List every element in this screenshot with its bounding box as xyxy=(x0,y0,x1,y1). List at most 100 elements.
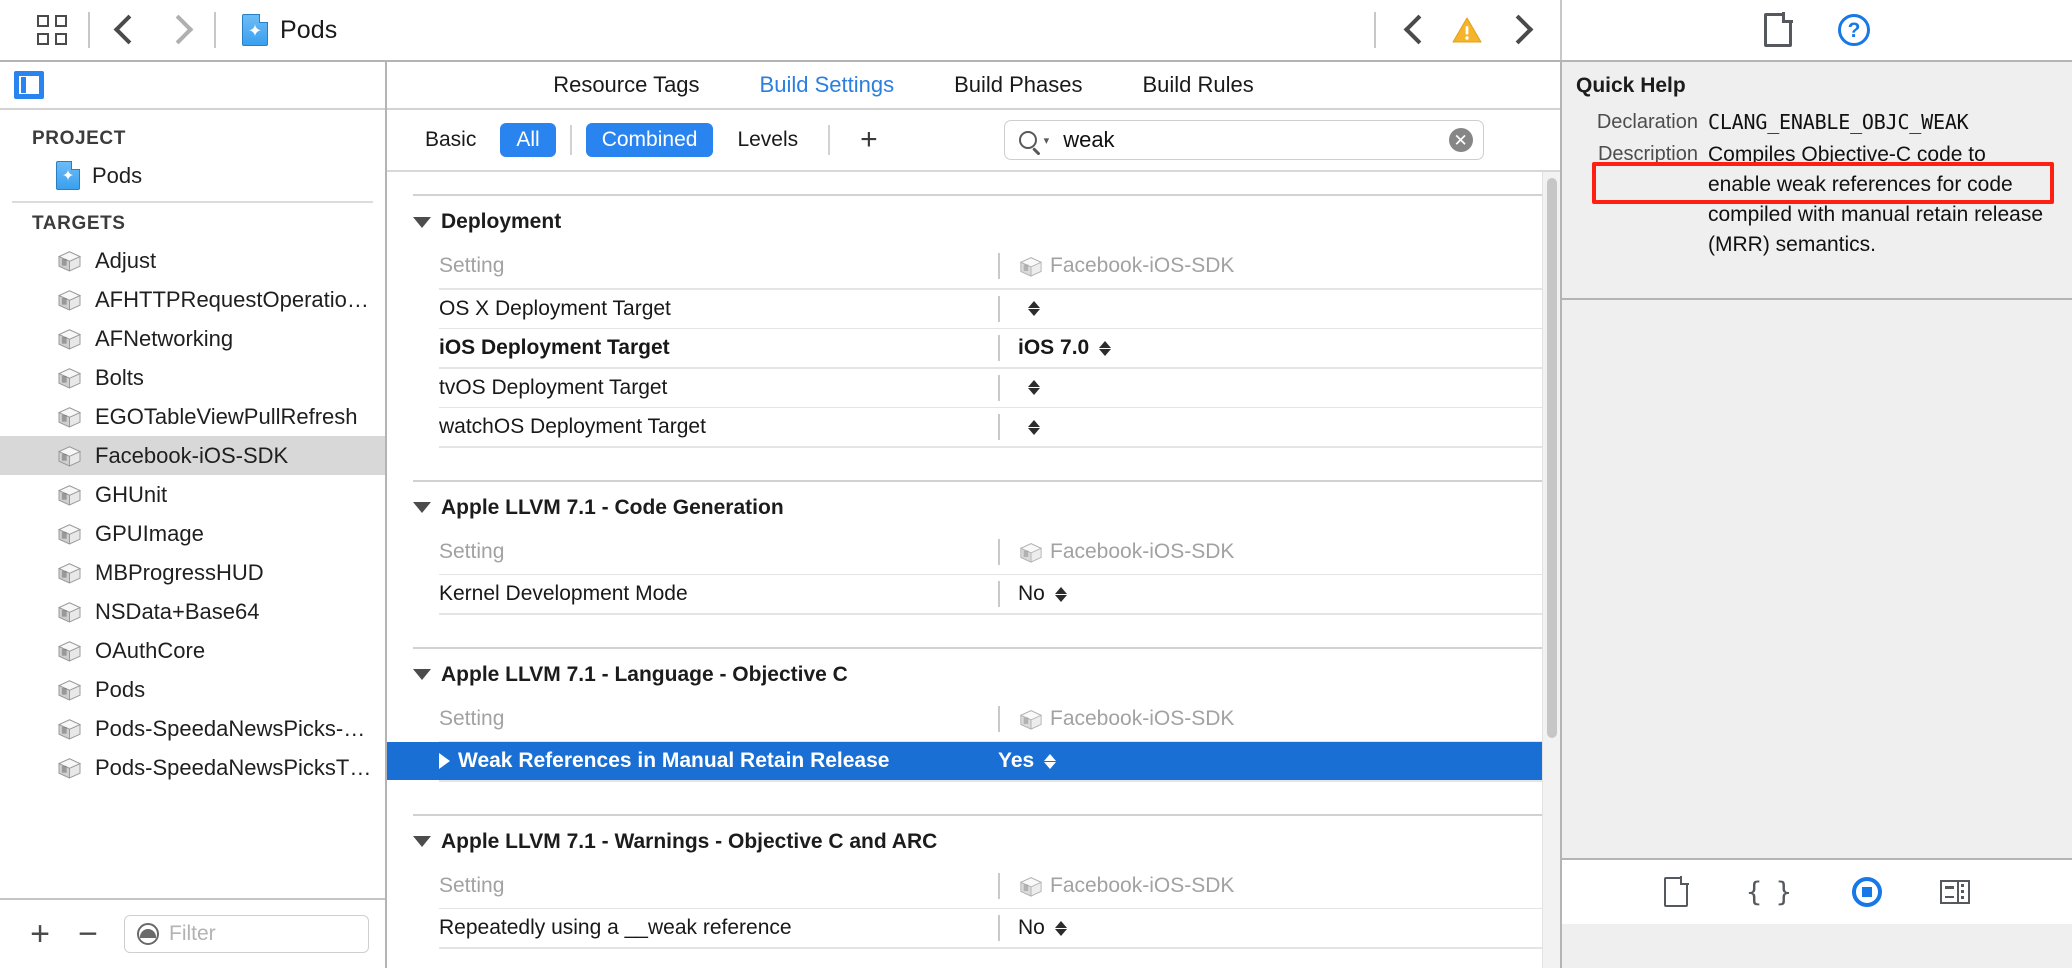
code-snippet-library-button[interactable]: { } xyxy=(1746,879,1795,906)
remove-target-button[interactable]: − xyxy=(64,911,112,957)
target-box-icon xyxy=(56,677,83,702)
media-library-button[interactable] xyxy=(1940,880,1970,904)
target-box-icon xyxy=(56,716,83,741)
value-stepper[interactable] xyxy=(1055,587,1067,602)
sidebar-item-target[interactable]: Adjust xyxy=(0,241,385,280)
navigate-back-button[interactable] xyxy=(100,7,152,53)
table-row[interactable]: watchOS Deployment Target xyxy=(413,408,1546,446)
sidebar-item-target[interactable]: NSData+Base64 xyxy=(0,592,385,631)
sidebar-item-label: Pods-SpeedaNewsPicksT… xyxy=(95,755,371,781)
clear-search-button[interactable]: ✕ xyxy=(1449,128,1473,152)
column-divider xyxy=(998,873,1000,899)
sidebar-item-target[interactable]: MBProgressHUD xyxy=(0,553,385,592)
sidebar-item-target[interactable]: GHUnit xyxy=(0,475,385,514)
triangle-down-icon[interactable] xyxy=(413,836,431,847)
add-target-button[interactable]: + xyxy=(16,911,64,957)
section-header[interactable]: Apple LLVM 7.1 - Code Generation xyxy=(387,482,1560,530)
section-header[interactable]: Apple LLVM 7.1 - Warnings - Objective C … xyxy=(387,816,1560,864)
sidebar-item-target[interactable]: Pods-SpeedaNewsPicksT… xyxy=(0,748,385,787)
chevron-down-icon[interactable]: ▾ xyxy=(1044,134,1050,147)
table-row[interactable]: Weak References in Manual Retain Release… xyxy=(387,742,1560,780)
file-template-icon xyxy=(1664,877,1688,907)
next-issue-button[interactable] xyxy=(1492,7,1544,53)
editor-vertical-scrollbar[interactable] xyxy=(1542,172,1560,968)
triangle-down-icon[interactable] xyxy=(413,669,431,680)
column-header-setting-label: Setting xyxy=(439,707,504,731)
breadcrumb[interactable]: ✦ Pods xyxy=(226,14,337,46)
chevron-right-icon xyxy=(167,12,189,48)
setting-value-cell[interactable] xyxy=(998,296,1546,322)
setting-name-cell: tvOS Deployment Target xyxy=(413,376,998,400)
value-stepper[interactable] xyxy=(1028,380,1040,395)
previous-issue-button[interactable] xyxy=(1390,7,1442,53)
object-library-button[interactable] xyxy=(1852,877,1882,907)
triangle-right-icon[interactable] xyxy=(439,753,450,769)
setting-value-cell[interactable] xyxy=(998,375,1546,401)
tab-levels[interactable]: Levels xyxy=(721,123,814,157)
sidebar-item-target[interactable]: Bolts xyxy=(0,358,385,397)
table-row[interactable]: iOS Deployment TargetiOS 7.0 xyxy=(413,329,1546,367)
table-row[interactable]: Kernel Development ModeNo xyxy=(413,575,1546,613)
sidebar-item-label: Pods-SpeedaNewsPicks-… xyxy=(95,716,365,742)
row-rule xyxy=(439,947,1546,949)
sidebar-item-label: EGOTableViewPullRefresh xyxy=(95,404,358,430)
top-toolbar: ✦ Pods xyxy=(0,0,2072,62)
file-template-library-button[interactable] xyxy=(1664,877,1688,907)
tab-resource-tags[interactable]: Resource Tags xyxy=(551,68,701,102)
tab-build-rules[interactable]: Build Rules xyxy=(1141,68,1256,102)
value-stepper[interactable] xyxy=(1028,420,1040,435)
grid-view-button[interactable] xyxy=(26,7,78,53)
section-header[interactable]: Deployment xyxy=(387,196,1560,244)
add-user-defined-setting-button[interactable]: + xyxy=(844,125,894,155)
sidebar-item-target[interactable]: AFHTTPRequestOperatio… xyxy=(0,280,385,319)
tab-combined[interactable]: Combined xyxy=(586,123,714,157)
triangle-down-icon[interactable] xyxy=(413,217,431,228)
sidebar-item-target[interactable]: OAuthCore xyxy=(0,631,385,670)
sidebar-item-label: Pods xyxy=(95,677,145,703)
target-box-icon xyxy=(1018,874,1044,898)
table-row[interactable]: Repeatedly using a __weak referenceNo xyxy=(413,909,1546,947)
column-header-setting: Setting xyxy=(413,874,998,898)
setting-value-cell[interactable]: No xyxy=(998,581,1546,607)
value-stepper[interactable] xyxy=(1044,754,1056,769)
setting-value-cell[interactable]: No xyxy=(998,915,1546,941)
triangle-down-icon[interactable] xyxy=(413,502,431,513)
build-settings-table[interactable]: DeploymentSettingFacebook-iOS-SDKOS X De… xyxy=(387,172,1560,968)
sidebar-item-target[interactable]: Pods-SpeedaNewsPicks-… xyxy=(0,709,385,748)
setting-value-cell[interactable]: Yes xyxy=(998,749,1546,773)
inspector-toolbar: ? xyxy=(1560,0,2072,60)
sidebar-divider xyxy=(12,201,373,203)
target-box-icon xyxy=(56,248,83,273)
left-panel-toggle-icon[interactable] xyxy=(14,71,44,99)
search-input[interactable]: ▾ weak ✕ xyxy=(1004,120,1484,160)
table-row[interactable]: tvOS Deployment Target xyxy=(413,369,1546,407)
targets-section-header: TARGETS xyxy=(0,207,385,241)
warning-triangle-icon[interactable] xyxy=(1452,17,1482,44)
quick-help-title: Quick Help xyxy=(1562,62,2072,108)
tab-basic[interactable]: Basic xyxy=(409,123,492,157)
column-header-target: Facebook-iOS-SDK xyxy=(998,253,1546,279)
code-snippet-icon: { } xyxy=(1746,879,1795,906)
value-stepper[interactable] xyxy=(1028,301,1040,316)
navigate-forward-button[interactable] xyxy=(152,7,204,53)
section-header[interactable]: Apple LLVM 7.1 - Language - Objective C xyxy=(387,649,1560,697)
filter-input[interactable]: Filter xyxy=(124,915,369,953)
tab-build-settings[interactable]: Build Settings xyxy=(758,68,897,102)
sidebar-item-target[interactable]: GPUImage xyxy=(0,514,385,553)
table-row[interactable]: OS X Deployment Target xyxy=(413,290,1546,328)
sidebar-item-target[interactable]: EGOTableViewPullRefresh xyxy=(0,397,385,436)
sidebar-item-target[interactable]: Facebook-iOS-SDK xyxy=(0,436,385,475)
sidebar-item-target[interactable]: Pods xyxy=(0,670,385,709)
table-column-header: SettingFacebook-iOS-SDK xyxy=(413,244,1546,288)
setting-value-cell[interactable]: iOS 7.0 xyxy=(998,335,1546,361)
sidebar-item-target[interactable]: AFNetworking xyxy=(0,319,385,358)
tab-build-phases[interactable]: Build Phases xyxy=(952,68,1084,102)
scrollbar-thumb[interactable] xyxy=(1547,178,1557,738)
quick-help-inspector-button[interactable]: ? xyxy=(1838,14,1870,46)
file-inspector-button[interactable] xyxy=(1764,13,1792,47)
sidebar-item-project-pods[interactable]: ✦ Pods xyxy=(0,156,385,195)
tab-all[interactable]: All xyxy=(500,123,555,157)
value-stepper[interactable] xyxy=(1055,921,1067,936)
value-stepper[interactable] xyxy=(1099,341,1111,356)
setting-value-cell[interactable] xyxy=(998,414,1546,440)
